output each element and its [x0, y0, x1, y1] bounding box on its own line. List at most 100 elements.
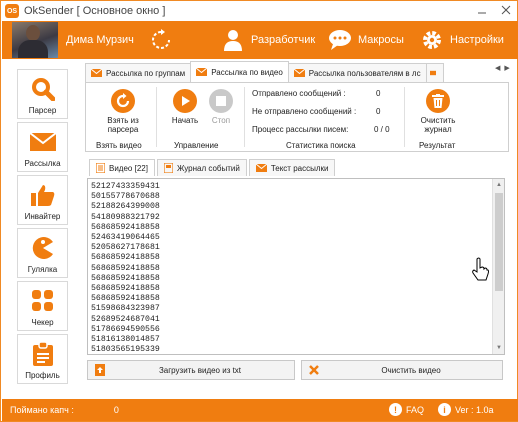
group-label-result: Результат [419, 141, 456, 150]
sidebar-item-profile[interactable]: Профиль [17, 334, 68, 384]
ribbon: Взять из парсера Начать Стоп Отправлено … [85, 82, 509, 152]
scroll-left-icon[interactable]: ◀ [495, 64, 500, 72]
sidebar-item-inviter[interactable]: Инвайтер [17, 175, 68, 225]
list-item: 52127433359431 [91, 182, 160, 191]
envelope-icon [91, 69, 102, 77]
sidebar-item-checker[interactable]: Чекер [17, 281, 68, 331]
tab-group-mailing[interactable]: Рассылка по группам [85, 63, 192, 82]
clear-video-label: Очистить видео [381, 365, 441, 375]
scroll-right-icon[interactable]: ▶ [504, 64, 509, 72]
stop-button[interactable]: Стоп [208, 89, 234, 125]
info-icon: i [438, 403, 451, 416]
tab-label: Рассылка пользователям в лс [308, 68, 421, 78]
file-upload-icon [95, 364, 105, 376]
faq-label: FAQ [406, 404, 425, 415]
tab-label: Журнал событий [176, 163, 240, 173]
inner-tab-bar: Видео [22] Журнал событий Текст рассылки [89, 159, 337, 176]
clear-log-button[interactable]: Очистить журнал [416, 89, 460, 134]
header-bar: Дима Мурзич Разработчик Макросы Настройк… [2, 21, 518, 59]
group-label-control: Управление [174, 141, 219, 150]
divider [244, 87, 245, 147]
sidebar-item-parser[interactable]: Парсер [17, 69, 68, 119]
settings-button[interactable]: Настройки [420, 26, 504, 54]
main-window: OS OkSender [ Основное окно ] Дима Мурзи… [0, 0, 518, 422]
list-item: 56868592418858 [91, 294, 160, 304]
video-id-textarea[interactable]: 52127433359431 50155778670688 5218826439… [87, 178, 505, 355]
play-icon [173, 89, 197, 113]
not-sent-label: Не отправлено сообщений : [252, 107, 357, 116]
title-bar: OS OkSender [ Основное окно ] [1, 1, 517, 21]
window-controls [475, 3, 513, 17]
settings-label: Настройки [450, 34, 504, 46]
tab-label: Рассылка по группам [106, 68, 186, 78]
divider [404, 87, 405, 147]
list-item: 51803565195339 [91, 345, 160, 355]
avatar[interactable] [12, 22, 58, 58]
list-item: 56868592418858 [91, 273, 160, 283]
scroll-down-icon[interactable]: ▼ [493, 342, 504, 354]
group-label-take-video: Взять видео [96, 141, 142, 150]
refresh-button[interactable] [148, 27, 174, 53]
grid-icon [30, 288, 56, 314]
envelope-icon [255, 164, 267, 172]
tab-video[interactable]: Видео [22] [89, 159, 155, 176]
sent-value: 0 [376, 89, 381, 98]
progress-value: 0 / 0 [374, 125, 390, 134]
user-name[interactable]: Дима Мурзич [66, 34, 134, 46]
captcha-count: 0 [113, 405, 119, 415]
sidebar: Парсер Рассылка Инвайтер Гулялка Чекер П… [5, 61, 79, 391]
developer-button[interactable]: Разработчик [221, 26, 315, 54]
tab-label: Текст рассылки [270, 163, 329, 173]
list-item: 56868592418858 [91, 263, 160, 273]
search-icon [30, 76, 56, 102]
list-item: 56868592418858 [91, 222, 160, 232]
clear-video-button[interactable]: Очистить видео [301, 360, 503, 380]
load-video-txt-label: Загрузить видео из txt [158, 365, 242, 375]
envelope-icon [429, 70, 436, 76]
exclamation-icon: ! [389, 403, 402, 416]
stop-icon [209, 89, 233, 113]
sidebar-item-mailing[interactable]: Рассылка [17, 122, 68, 172]
scroll-thumb[interactable] [495, 193, 503, 291]
sent-label: Отправлено сообщений : [252, 89, 346, 98]
tab-overflow[interactable] [425, 63, 444, 82]
group-label-search-stats: Статистика поиска [286, 141, 356, 150]
list-item: 52188264399008 [91, 202, 160, 212]
macros-label: Макросы [358, 34, 404, 46]
start-button[interactable]: Начать [168, 89, 202, 125]
tab-event-log[interactable]: Журнал событий [156, 159, 247, 176]
tab-user-dm-mailing[interactable]: Рассылка пользователям в лс [287, 63, 427, 82]
macros-button[interactable]: Макросы [328, 26, 404, 54]
main-panel: Рассылка по группам Рассылка по видео Ра… [81, 61, 513, 387]
refresh-icon [152, 29, 170, 49]
tab-label: Рассылка по видео [211, 67, 283, 77]
scroll-up-icon[interactable]: ▲ [493, 179, 504, 191]
tab-video-mailing[interactable]: Рассылка по видео [190, 61, 289, 82]
take-from-parser-button[interactable]: Взять из парсера [102, 89, 144, 134]
load-video-txt-button[interactable]: Загрузить видео из txt [87, 360, 295, 380]
developer-label: Разработчик [251, 34, 316, 46]
list-item: 54180988321792 [91, 212, 160, 222]
vertical-scrollbar[interactable]: ▲ ▼ [492, 179, 504, 354]
close-button[interactable] [499, 3, 513, 17]
progress-label: Процесс рассылки писем: [252, 125, 349, 134]
faq-link[interactable]: ! FAQ [389, 403, 424, 416]
sidebar-item-label: Чекер [31, 318, 54, 327]
thumbs-up-icon [30, 182, 56, 208]
video-id-list: 52127433359431 50155778670688 5218826439… [91, 182, 160, 355]
close-icon [309, 365, 319, 375]
tab-mailing-text[interactable]: Текст рассылки [248, 159, 336, 176]
sidebar-item-walker[interactable]: Гулялка [17, 228, 68, 278]
version-info[interactable]: i Ver : 1.0a [438, 403, 494, 416]
list-item: 51598684323987 [91, 304, 160, 314]
top-tab-bar: Рассылка по группам Рассылка по видео Ра… [85, 61, 444, 82]
sidebar-item-label: Рассылка [24, 159, 61, 168]
envelope-icon [293, 69, 305, 77]
minimize-button[interactable] [475, 3, 489, 17]
journal-icon [163, 163, 173, 173]
list-item: 50155778670688 [91, 192, 160, 202]
clear-log-label: Очистить журнал [420, 116, 456, 134]
start-label: Начать [171, 116, 199, 125]
take-from-parser-label: Взять из парсера [107, 116, 139, 134]
tab-scroll-arrows: ◀ ▶ [495, 64, 510, 72]
